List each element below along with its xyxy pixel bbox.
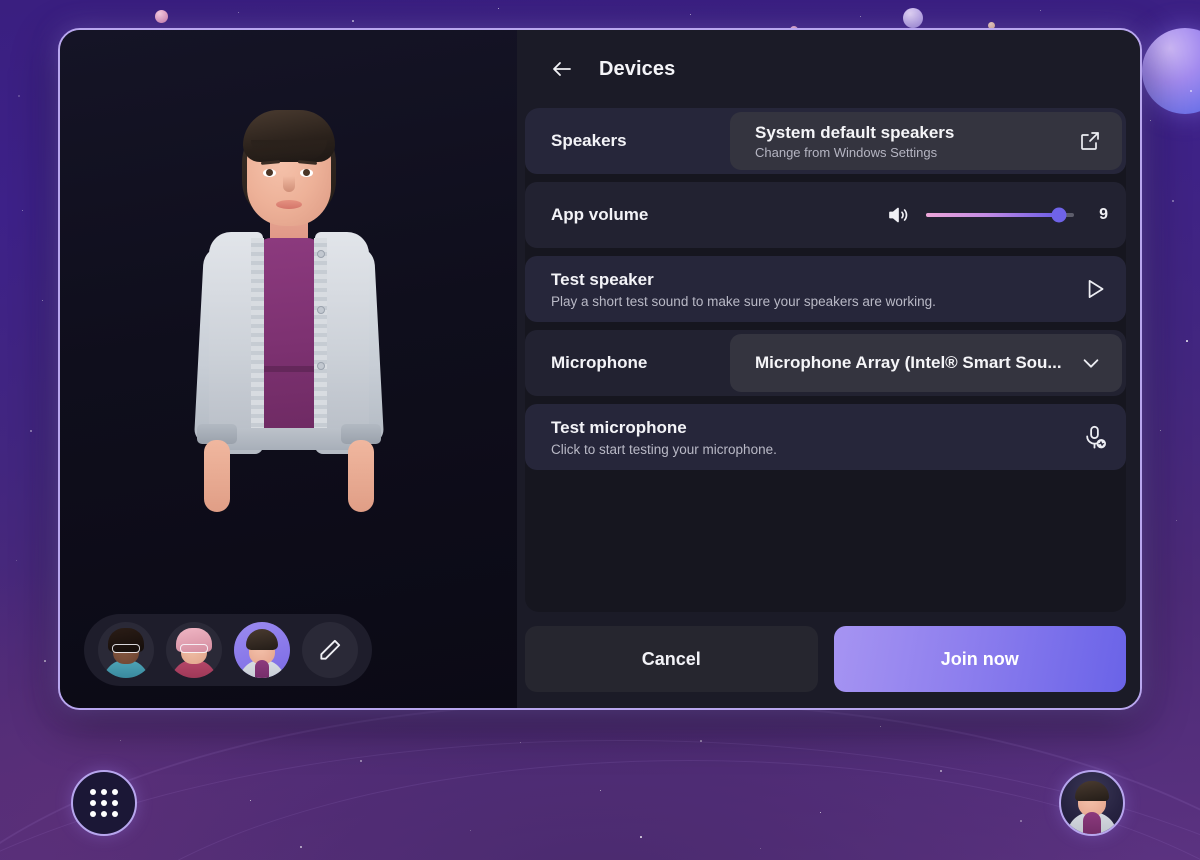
open-windows-settings-button[interactable]	[1078, 129, 1102, 153]
setting-row-test-speaker[interactable]: Test speaker Play a short test sound to …	[525, 256, 1126, 322]
setting-row-speakers[interactable]: Speakers System default speakers Change …	[525, 108, 1126, 174]
microphone-selected-value: Microphone Array (Intel® Smart Sou...	[755, 353, 1062, 372]
edit-avatar-button[interactable]	[302, 622, 358, 678]
planet-sphere-large	[1142, 28, 1200, 114]
app-launcher-button[interactable]	[71, 770, 137, 836]
profile-avatar-button[interactable]	[1059, 770, 1125, 836]
test-speaker-description: Play a short test sound to make sure you…	[551, 293, 936, 309]
speakers-value-block[interactable]: System default speakers Change from Wind…	[730, 112, 1122, 170]
slider-fill	[926, 213, 1060, 217]
avatar-option-1[interactable]	[98, 622, 154, 678]
action-footer: Cancel Join now	[517, 612, 1140, 708]
app-volume-label: App volume	[551, 205, 649, 224]
background-arc	[0, 740, 1200, 860]
microphone-label: Microphone	[551, 353, 648, 372]
avatar-selector-bar	[84, 614, 372, 686]
planet-sphere-small	[903, 8, 923, 28]
setting-row-app-volume[interactable]: App volume 9	[525, 182, 1126, 248]
settings-list: Speakers System default speakers Change …	[525, 108, 1126, 612]
external-link-icon	[1081, 132, 1099, 150]
test-microphone-label: Test microphone	[551, 417, 687, 437]
arrow-left-icon	[553, 62, 571, 76]
speakers-label: Speakers	[551, 131, 627, 150]
microphone-test-icon	[1086, 425, 1106, 449]
meeting-prejoin-window: Devices Speakers System default speakers…	[58, 28, 1142, 710]
avatar-option-3[interactable]	[234, 622, 290, 678]
microphone-dropdown-toggle[interactable]	[1080, 352, 1102, 374]
background-arc	[0, 700, 1200, 860]
slider-thumb[interactable]	[1051, 207, 1067, 223]
setting-row-microphone[interactable]: Microphone Microphone Array (Intel® Smar…	[525, 330, 1126, 396]
play-test-sound-button[interactable]	[1082, 276, 1108, 302]
microphone-dropdown[interactable]: Microphone Array (Intel® Smart Sou...	[730, 334, 1122, 392]
device-settings-pane: Devices Speakers System default speakers…	[517, 30, 1140, 708]
start-microphone-test-button[interactable]	[1081, 424, 1108, 451]
setting-row-test-microphone[interactable]: Test microphone Click to start testing y…	[525, 404, 1126, 470]
chevron-down-icon	[1083, 359, 1099, 368]
cancel-button[interactable]: Cancel	[525, 626, 818, 692]
avatar-option-2[interactable]	[166, 622, 222, 678]
planet-sphere-small	[155, 10, 168, 23]
speaker-wave-icon	[886, 203, 910, 227]
background-arc	[40, 760, 1200, 860]
play-icon	[1088, 280, 1104, 298]
panel-header: Devices	[517, 30, 1140, 108]
grid-dots-icon	[90, 789, 118, 817]
desktop-background: Devices Speakers System default speakers…	[0, 0, 1200, 860]
test-microphone-description: Click to start testing your microphone.	[551, 441, 777, 457]
pencil-icon	[320, 639, 341, 660]
app-volume-value: 9	[1099, 206, 1108, 223]
back-button[interactable]	[547, 54, 577, 84]
avatar-3d-figure	[159, 88, 419, 588]
test-speaker-label: Test speaker	[551, 269, 654, 289]
join-now-button[interactable]: Join now	[833, 626, 1126, 692]
page-title: Devices	[599, 57, 676, 80]
app-volume-slider[interactable]	[926, 207, 1074, 223]
speakers-hint: Change from Windows Settings	[755, 144, 938, 160]
avatar-preview-pane	[60, 30, 517, 708]
speakers-value: System default speakers	[755, 122, 955, 142]
